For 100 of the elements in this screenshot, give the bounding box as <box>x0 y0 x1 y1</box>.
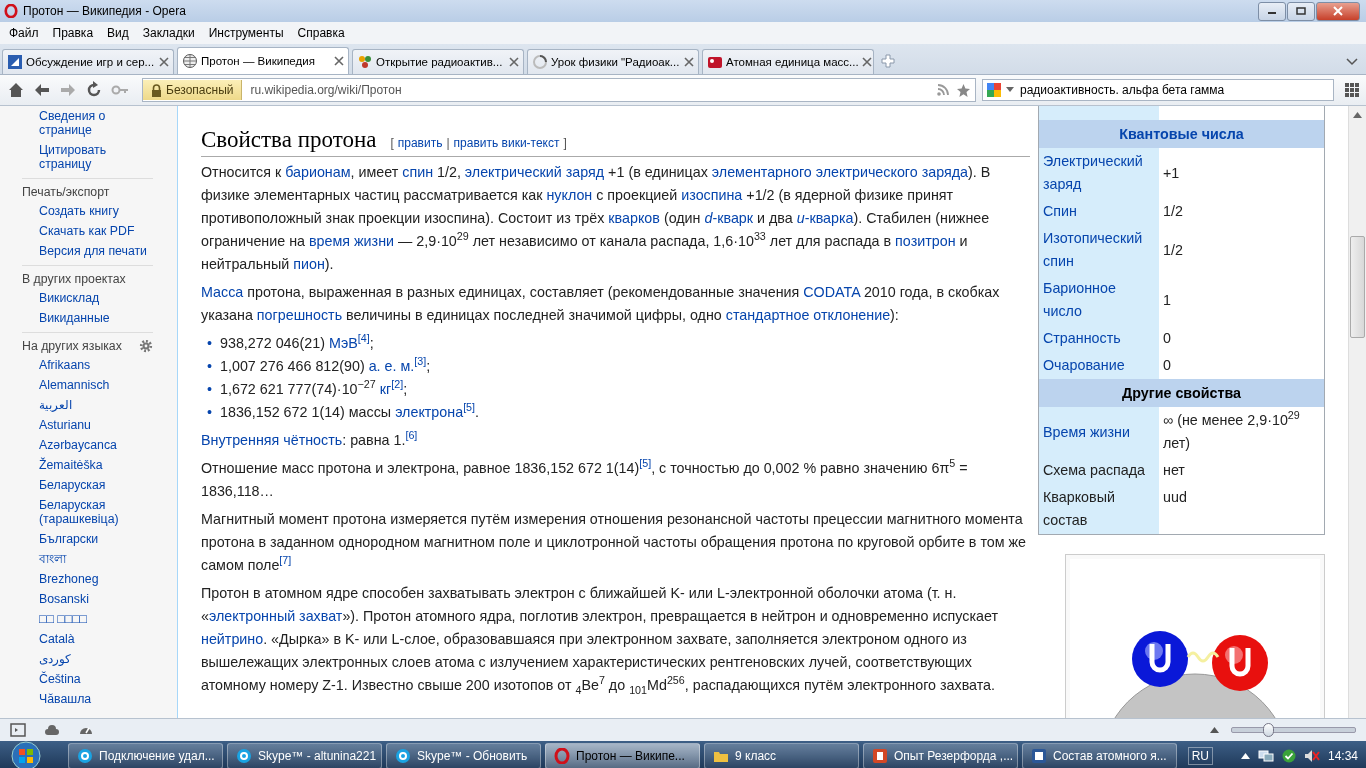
sidebar-link[interactable]: Bosanski <box>39 589 157 609</box>
link[interactable]: МэВ <box>328 335 358 351</box>
zoom-slider[interactable] <box>1231 723 1356 737</box>
menu-item[interactable]: Правка <box>45 26 101 40</box>
taskbar-button[interactable]: Опыт Резерфорда ,... <box>863 743 1018 768</box>
sidebar-link[interactable]: Brezhoneg <box>39 569 157 589</box>
security-badge[interactable]: Безопасный <box>143 80 243 100</box>
link[interactable]: погрешность <box>256 307 343 323</box>
close-tab-icon[interactable] <box>861 57 872 67</box>
browser-tab[interactable]: Открытие радиоактив... <box>352 49 524 74</box>
sidebar-link[interactable]: Català <box>39 629 157 649</box>
link[interactable]: [5] <box>463 404 476 420</box>
sidebar-link[interactable]: বাংলা <box>39 549 157 569</box>
clock[interactable]: 14:34 <box>1327 749 1358 763</box>
link[interactable]: [4] <box>357 335 370 351</box>
caret-up-icon[interactable] <box>1210 727 1219 733</box>
caret-up-icon[interactable] <box>1240 753 1250 759</box>
sidebar-link[interactable]: Создать книгу <box>39 201 157 221</box>
menu-item[interactable]: Вид <box>100 26 136 40</box>
taskbar-button[interactable]: 9 класс <box>704 743 859 768</box>
link[interactable]: [6] <box>405 432 418 448</box>
maximize-button[interactable] <box>1287 1 1315 21</box>
sidebar-link[interactable]: Беларуская (тарашкевіца) <box>39 495 157 529</box>
sidebar-link[interactable]: Alemannisch <box>39 375 157 395</box>
link[interactable]: спин <box>402 164 434 180</box>
browser-tab[interactable]: Атомная единица масс... <box>702 49 874 74</box>
sidebar-link[interactable]: Скачать как PDF <box>39 221 157 241</box>
caret-icon[interactable] <box>1346 58 1358 66</box>
link[interactable]: барионам <box>285 164 351 180</box>
link[interactable]: электрона <box>395 404 464 420</box>
sidebar-link[interactable]: Беларуская <box>39 475 157 495</box>
browser-tab[interactable]: Обсуждение игр и сер... <box>2 49 174 74</box>
sidebar-link[interactable]: Čeština <box>39 669 157 689</box>
language-indicator[interactable]: RU <box>1187 747 1213 765</box>
link[interactable]: время жизни <box>309 233 394 249</box>
taskbar-button[interactable]: Состав атомного я... <box>1022 743 1177 768</box>
link[interactable]: d-кварк <box>704 210 754 226</box>
sidebar-link[interactable]: Azərbaycanca <box>39 435 157 455</box>
browser-tab[interactable]: Урок физики "Радиоак... <box>527 49 699 74</box>
link[interactable]: кг <box>379 381 392 397</box>
scrollbar-thumb[interactable] <box>1350 236 1365 338</box>
link[interactable]: стандартное отклонение <box>725 307 891 323</box>
menu-item[interactable]: Инструменты <box>201 26 291 40</box>
link[interactable]: элементарного электрического заряда <box>711 164 968 180</box>
close-tab-icon[interactable] <box>159 57 169 67</box>
minimize-button[interactable] <box>1258 1 1286 21</box>
sidebar-link[interactable]: Български <box>39 529 157 549</box>
scrollbar[interactable] <box>1348 106 1366 718</box>
link[interactable]: а. е. м. <box>368 358 415 374</box>
caret-icon[interactable] <box>1006 87 1014 93</box>
sidebar-link[interactable]: العربية <box>39 395 157 415</box>
link[interactable]: электронный захват <box>208 608 343 624</box>
panel-icon[interactable] <box>10 722 26 738</box>
sidebar-link[interactable]: Afrikaans <box>39 355 157 375</box>
link[interactable]: пион <box>293 256 325 272</box>
sidebar-link[interactable]: Цитировать страницу <box>39 140 157 174</box>
link[interactable]: u-кварка <box>796 210 854 226</box>
close-tab-icon[interactable] <box>509 57 519 67</box>
settings-icon[interactable] <box>139 339 153 353</box>
link[interactable]: позитрон <box>895 233 956 249</box>
star-icon[interactable] <box>956 82 971 98</box>
close-button[interactable] <box>1316 1 1360 21</box>
taskbar-button[interactable]: Skype™ - altunina221 <box>227 743 382 768</box>
sidebar-link[interactable]: Žemaitėška <box>39 455 157 475</box>
network-icon[interactable] <box>1257 749 1274 763</box>
sidebar-link[interactable]: Сведения о странице <box>39 106 157 140</box>
shield-check-icon[interactable] <box>1281 749 1296 763</box>
close-tab-icon[interactable] <box>684 57 694 67</box>
link[interactable]: кварков <box>608 210 660 226</box>
menu-item[interactable]: Файл <box>2 26 46 40</box>
cloud-icon[interactable] <box>44 722 60 738</box>
taskbar-button[interactable]: Подключение удал... <box>68 743 223 768</box>
link[interactable]: Масса <box>201 284 244 300</box>
link[interactable]: электрический заряд <box>464 164 605 180</box>
menu-grid-icon[interactable] <box>1344 82 1360 98</box>
link[interactable]: [7] <box>279 557 292 573</box>
sidebar-link[interactable]: Викиданные <box>39 308 157 328</box>
browser-tab[interactable]: Протон — Википедия <box>177 47 349 74</box>
address-field[interactable]: Безопасный ru.wikipedia.org/wiki/Протон <box>142 78 976 102</box>
sidebar-link[interactable]: کوردی <box>39 649 157 669</box>
scroll-up-icon[interactable] <box>1353 112 1362 118</box>
search-field[interactable]: радиоактивность. альфа бета гамма <box>982 79 1334 101</box>
sidebar-link[interactable]: Asturianu <box>39 415 157 435</box>
menu-item[interactable]: Справка <box>290 26 352 40</box>
close-tab-icon[interactable] <box>334 56 344 66</box>
link[interactable]: изоспина <box>681 187 743 203</box>
search-engine-icon[interactable] <box>986 82 1002 98</box>
sidebar-link[interactable]: Викисклад <box>39 288 157 308</box>
edit-link[interactable]: править <box>397 132 443 155</box>
link[interactable]: CODATA <box>803 284 860 300</box>
sidebar-link[interactable]: Чӑвашла <box>39 689 157 709</box>
rss-icon[interactable] <box>936 83 950 97</box>
speaker-muted-icon[interactable] <box>1303 749 1320 763</box>
link[interactable]: [5] <box>639 460 652 476</box>
taskbar-button[interactable]: Протон — Википе... <box>545 743 700 768</box>
link[interactable]: нуклон <box>546 187 593 203</box>
sidebar-link[interactable]: Версия для печати <box>39 241 157 261</box>
edit-link[interactable]: править вики-текст <box>453 132 560 155</box>
infobox-header[interactable]: Квантовые числа <box>1039 120 1324 148</box>
sidebar-link[interactable]: □□ □□□□ <box>39 609 157 629</box>
